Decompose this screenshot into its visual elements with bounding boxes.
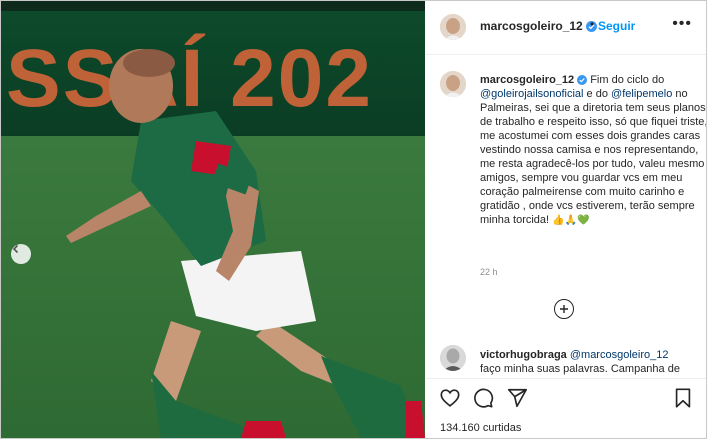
follow-button[interactable]: Seguir [598, 19, 635, 33]
heart-icon[interactable] [439, 387, 461, 409]
post-photo[interactable]: SSAÍ 202 [1, 1, 425, 438]
mention-link[interactable]: @goleirojailsonoficial [480, 88, 584, 100]
username-text: marcosgoleiro_12 [480, 19, 583, 33]
mention-link[interactable]: @felipemelo [611, 88, 672, 100]
post-sidebar: marcosgoleiro_12 • Seguir ••• marcosgole… [426, 1, 706, 438]
likes-count[interactable]: 134.160 curtidas [440, 422, 521, 434]
header-separator: • [590, 17, 595, 31]
photo-illustration: SSAÍ 202 [1, 1, 425, 438]
caption-segment: no Palmeiras, sei que a diretoria tem se… [480, 88, 707, 226]
caption-emojis: 👍🙏💚 [552, 215, 590, 226]
bookmark-icon[interactable] [672, 387, 694, 409]
banner-text: SSAÍ 202 [6, 33, 373, 124]
add-comment-icon [560, 305, 568, 313]
avatar[interactable] [440, 14, 466, 40]
carousel-prev-icon [12, 244, 19, 254]
verified-badge-icon [577, 75, 588, 85]
avatar[interactable] [440, 71, 466, 97]
carousel-prev-button[interactable] [11, 244, 31, 264]
avatar-image [440, 71, 466, 97]
comment-text: faço minha suas palavras. Campanha de [480, 363, 680, 375]
avatar-image [440, 14, 466, 40]
post-timestamp[interactable]: 22 h [480, 267, 498, 277]
load-more-comments-button[interactable] [554, 299, 574, 319]
more-options-icon[interactable]: ••• [672, 15, 692, 33]
caption-segment: Fim do ciclo do [587, 74, 665, 86]
caption-segment: e do [583, 88, 612, 100]
avatar-image [440, 345, 466, 371]
caption-username[interactable]: marcosgoleiro_12 [480, 74, 574, 86]
caption-text: marcosgoleiro_12 Fim do ciclo do @goleir… [480, 73, 707, 228]
comment-icon[interactable] [472, 387, 494, 409]
post-header: marcosgoleiro_12 • Seguir ••• [426, 1, 706, 55]
post-author-username[interactable]: marcosgoleiro_12 [480, 19, 597, 33]
instagram-post-frame: SSAÍ 202 marcosgoleiro_12 • Seguir ••• m… [0, 0, 707, 439]
mention-link[interactable]: @marcosgoleiro_12 [570, 349, 669, 361]
share-icon[interactable] [506, 387, 528, 409]
avatar[interactable] [440, 345, 466, 371]
comment-username[interactable]: victorhugobraga [480, 349, 567, 361]
comment-item: victorhugobraga @marcosgoleiro_12 faço m… [480, 348, 695, 376]
action-bar: 134.160 curtidas [426, 378, 706, 438]
